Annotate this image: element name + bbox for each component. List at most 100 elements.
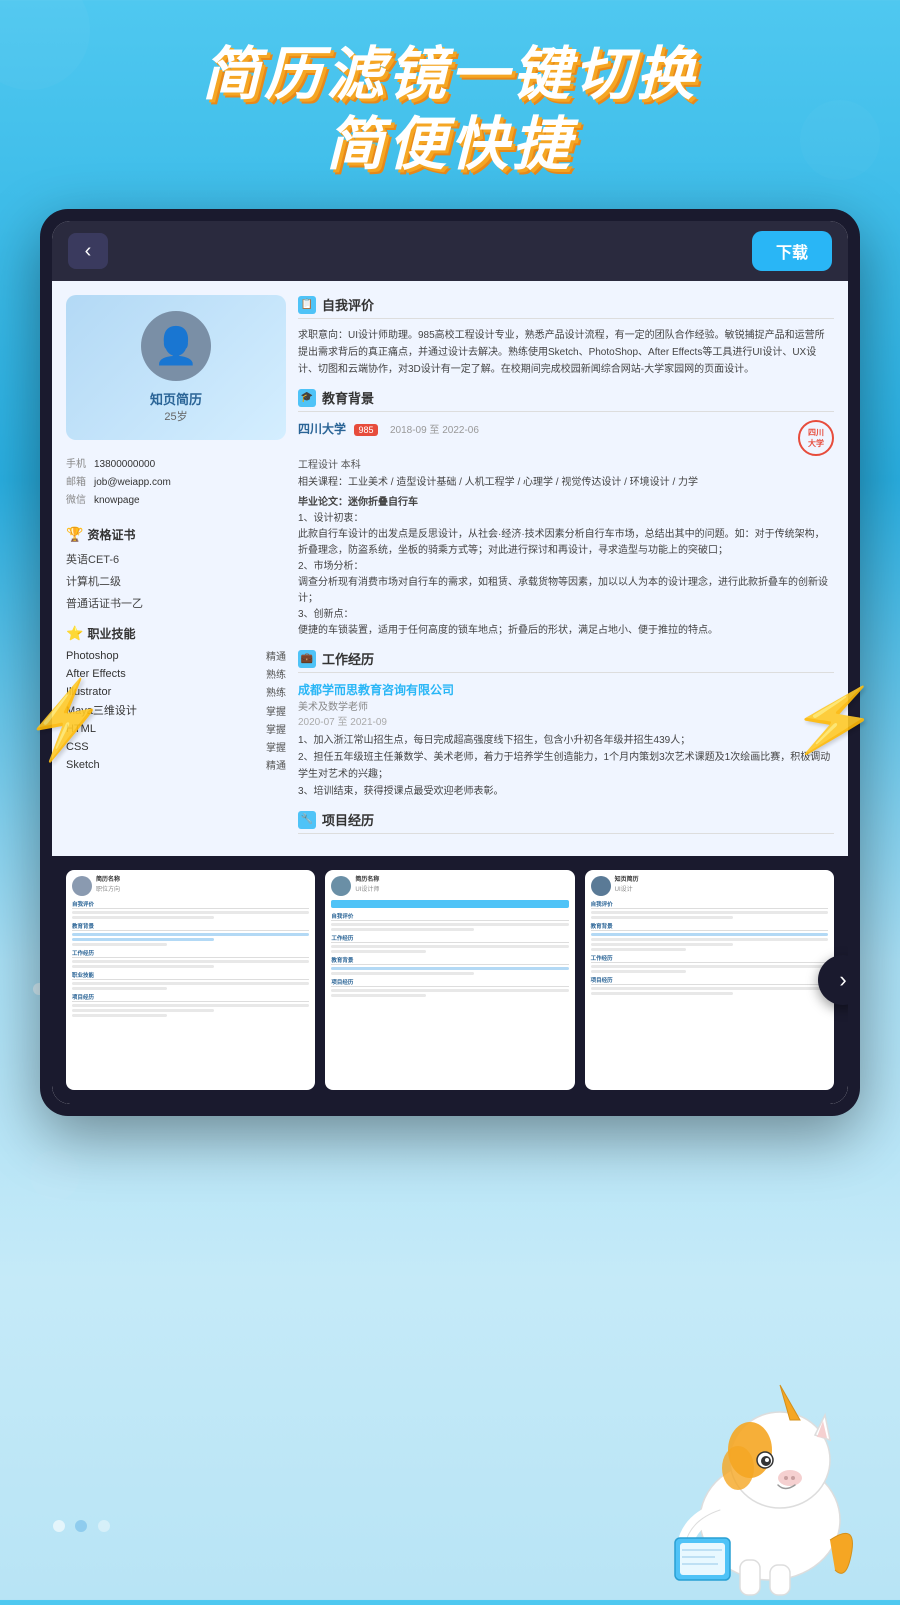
thumb-line bbox=[591, 948, 686, 951]
resume-contact: 手机 13800000000 邮箱 job@weiapp.com 微信 know… bbox=[66, 450, 286, 516]
thumb-avatar bbox=[331, 876, 351, 896]
main-title: 简历滤镜一键切换 简便快捷 bbox=[20, 40, 880, 179]
title-line2: 简便快捷 bbox=[326, 112, 574, 177]
resume-scroll-area: 👤 知页简历 25岁 手机 13800000000 邮箱 job@ bbox=[52, 281, 848, 856]
thumb-line bbox=[591, 911, 828, 914]
work-position: 美术及数学老师 bbox=[298, 698, 834, 713]
work-icon: 💼 bbox=[298, 650, 316, 668]
thumbnails-strip: 简历名称 职位方向 自我评价 教育背景 工作经历 职业技能 项目经历 bbox=[52, 856, 848, 1104]
thumb-section: 自我评价 bbox=[591, 900, 828, 909]
resume-right-content: 📋 自我评价 求职意向：UI设计师助理。985高校工程设计专业，熟悉产品设计流程… bbox=[298, 295, 834, 842]
thumb-line bbox=[331, 945, 568, 948]
certs-section-title: 🏆 资格证书 bbox=[66, 526, 286, 543]
skill-level: 熟练 bbox=[266, 666, 286, 681]
resume-left-sidebar: 👤 知页简历 25岁 手机 13800000000 邮箱 job@ bbox=[66, 295, 286, 842]
work-company: 成都学而思教育咨询有限公司 bbox=[298, 681, 834, 698]
work-detail-3: 3、培训结束，获得授课点最受欢迎老师表彰。 bbox=[298, 783, 834, 800]
edu-project-label: 毕业论文：迷你折叠自行车 bbox=[298, 495, 834, 511]
header-title-section: 简历滤镜一键切换 简便快捷 bbox=[0, 0, 900, 199]
thumb-name: 简历名称 职位方向 bbox=[96, 876, 120, 896]
self-eval-title: 📋 自我评价 bbox=[298, 295, 834, 319]
cert-item: 计算机二级 bbox=[66, 571, 286, 593]
thumb-line bbox=[591, 933, 828, 936]
thumb-name: 简历名称 UI设计师 bbox=[355, 876, 379, 896]
skill-level: 掌握 bbox=[266, 739, 286, 754]
lightning-left: ⚡ bbox=[16, 673, 116, 769]
thumb-section: 工作经历 bbox=[591, 954, 828, 963]
skill-level: 精通 bbox=[266, 648, 286, 663]
thumb-name: 知页简历 UI设计 bbox=[615, 876, 639, 896]
thumb-header: 简历名称 职位方向 bbox=[72, 876, 309, 896]
skill-name: Photoshop bbox=[66, 650, 119, 662]
back-button[interactable]: ‹ bbox=[68, 233, 108, 269]
mascot-unicorn bbox=[660, 1320, 880, 1600]
skill-level: 掌握 bbox=[266, 721, 286, 736]
thumbnail-3[interactable]: 知页简历 UI设计 自我评价 教育背景 工作经历 项目经历 bbox=[585, 870, 834, 1090]
thumb-section: 职业技能 bbox=[72, 971, 309, 980]
edu-section-title: 🎓 教育背景 bbox=[298, 388, 834, 412]
edu-icon: 🎓 bbox=[298, 389, 316, 407]
phone-value: 13800000000 bbox=[94, 456, 155, 474]
thumb-line bbox=[72, 960, 309, 963]
thumb-section: 教育背景 bbox=[591, 922, 828, 931]
device-toolbar: ‹ 下载 bbox=[52, 221, 848, 281]
edu-school-info: 四川大学 985 2018-09 至 2022-06 bbox=[298, 420, 479, 438]
wechat-value: knowpage bbox=[94, 492, 140, 510]
edu-project-detail-4: 调查分析现有消费市场对自行车的需求，如租赁、承载货物等因素，加以以人为本的设计理… bbox=[298, 575, 834, 607]
thumb-line bbox=[72, 1004, 309, 1007]
cert-list: 英语CET-6 计算机二级 普通话证书一乙 bbox=[66, 549, 286, 615]
work-section-title: 💼 工作经历 bbox=[298, 649, 834, 673]
thumb-section: 项目经历 bbox=[591, 976, 828, 985]
skill-level: 掌握 bbox=[266, 703, 286, 718]
thumb-avatar bbox=[591, 876, 611, 896]
edu-courses: 相关课程：工业美术 / 造型设计基础 / 人机工程学 / 心理学 / 视觉传达设… bbox=[298, 475, 834, 491]
resume-avatar-box: 👤 知页简历 25岁 bbox=[66, 295, 286, 440]
thumb-line bbox=[591, 916, 733, 919]
thumb-section: 项目经历 bbox=[72, 993, 309, 1002]
thumb-line bbox=[591, 987, 828, 990]
thumbnail-1[interactable]: 简历名称 职位方向 自我评价 教育背景 工作经历 职业技能 项目经历 bbox=[66, 870, 315, 1090]
thumb-line bbox=[72, 911, 309, 914]
thumb-header: 知页简历 UI设计 bbox=[591, 876, 828, 896]
thumb-section: 教育背景 bbox=[331, 956, 568, 965]
edu-content: 四川大学 985 2018-09 至 2022-06 四川大学 工程设计 本科 … bbox=[298, 420, 834, 639]
edu-project-detail-6: 便捷的车锁装置，适用于任何高度的锁车地点；折叠后的形状，满足占地小、便于推拉的特… bbox=[298, 623, 834, 639]
thumb-line bbox=[72, 982, 309, 985]
thumb-section: 工作经历 bbox=[72, 949, 309, 958]
thumb-line bbox=[591, 992, 733, 995]
thumb-line bbox=[72, 916, 214, 919]
wechat-label: 微信 bbox=[66, 492, 90, 510]
thumb-line bbox=[331, 967, 568, 970]
project-section-title: 🔧 项目经历 bbox=[298, 810, 834, 834]
star-icon: ⭐ bbox=[66, 625, 83, 642]
edu-project-detail-3: 2、市场分析： bbox=[298, 559, 834, 575]
work-content: 成都学而思教育咨询有限公司 美术及数学老师 2020-07 至 2021-09 … bbox=[298, 681, 834, 800]
cert-item: 普通话证书一乙 bbox=[66, 593, 286, 615]
thumbnail-2[interactable]: 简历名称 UI设计师 自我评价 工作经历 教育背景 项目经历 bbox=[325, 870, 574, 1090]
edu-header: 四川大学 985 2018-09 至 2022-06 四川大学 bbox=[298, 420, 834, 456]
edu-badge: 985 bbox=[354, 424, 377, 436]
phone-label: 手机 bbox=[66, 456, 90, 474]
download-button[interactable]: 下载 bbox=[752, 231, 832, 271]
thumb-line bbox=[591, 938, 828, 941]
thumb-section: 工作经历 bbox=[331, 934, 568, 943]
thumb-section: 教育背景 bbox=[72, 922, 309, 931]
device-frame: ‹ 下载 👤 知页简历 25岁 bbox=[40, 209, 860, 1116]
device-inner: ‹ 下载 👤 知页简历 25岁 bbox=[52, 221, 848, 1104]
email-value: job@weiapp.com bbox=[94, 474, 171, 492]
work-detail-1: 1、加入浙江常山招生点，每日完成超高强度线下招生，包含小升初各年级并招生439人… bbox=[298, 732, 834, 749]
edu-stamp: 四川大学 bbox=[798, 420, 834, 456]
resume-area: 👤 知页简历 25岁 手机 13800000000 邮箱 job@ bbox=[52, 281, 848, 856]
thumb-line bbox=[72, 1014, 167, 1017]
skill-row-sketch: Sketch 精通 bbox=[66, 757, 286, 772]
edu-project-detail-5: 3、创新点： bbox=[298, 607, 834, 623]
thumb-line bbox=[591, 965, 828, 968]
thumb-accent-bar bbox=[331, 900, 568, 908]
cert-item: 英语CET-6 bbox=[66, 549, 286, 571]
unicorn-svg bbox=[660, 1320, 880, 1600]
work-detail-2: 2、担任五年级班主任兼数学、美术老师，着力于培养学生创造能力，1个月内策划3次艺… bbox=[298, 749, 834, 783]
project-icon: 🔧 bbox=[298, 811, 316, 829]
thumb-line bbox=[331, 950, 426, 953]
thumb-line bbox=[591, 970, 686, 973]
thumb-line bbox=[72, 1009, 214, 1012]
